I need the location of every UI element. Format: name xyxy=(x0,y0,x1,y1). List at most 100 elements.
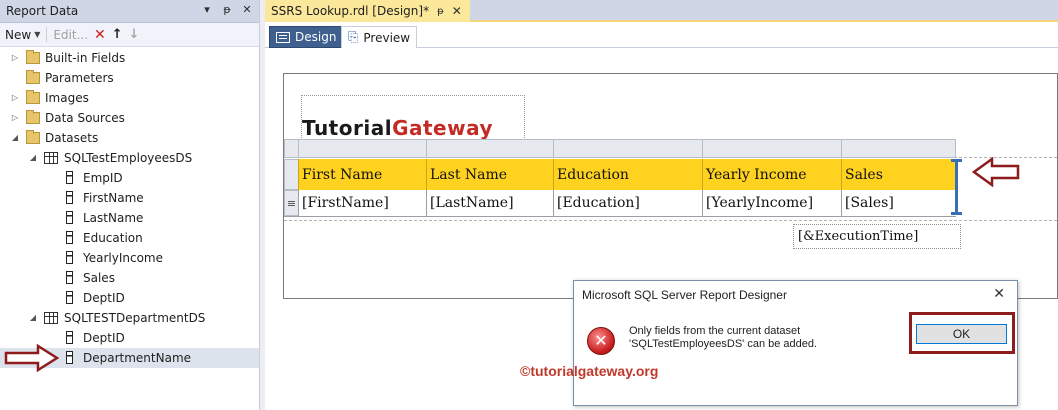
expand-icon[interactable]: ▷ xyxy=(10,53,20,63)
tree-item-field[interactable]: YearlyIncome xyxy=(0,248,259,268)
folder-icon xyxy=(26,130,40,144)
detail-cell[interactable]: [LastName] xyxy=(426,190,553,216)
tree-item-data-sources[interactable]: ▷ Data Sources xyxy=(0,108,259,128)
corner-handle[interactable] xyxy=(284,139,298,158)
collapse-icon[interactable]: ◢ xyxy=(28,153,38,163)
section-divider xyxy=(284,220,1057,221)
tree-item-datasets[interactable]: ◢ Datasets xyxy=(0,128,259,148)
execution-time-textbox[interactable]: [&ExecutionTime] xyxy=(793,224,961,249)
move-up-icon[interactable]: ↑ xyxy=(112,27,123,42)
tree-item-field[interactable]: Education xyxy=(0,228,259,248)
tree-item-field[interactable]: DeptID xyxy=(0,288,259,308)
logo-text: TutorialGateway xyxy=(302,116,493,140)
tab-preview-label: Preview xyxy=(363,30,411,45)
field-icon xyxy=(66,291,73,304)
field-icon xyxy=(66,271,73,284)
tab-preview[interactable]: ⎘ Preview xyxy=(341,26,418,48)
tree-item-field[interactable]: FirstName xyxy=(0,188,259,208)
detail-cell[interactable]: [Education] xyxy=(553,190,702,216)
dialog-titlebar: Microsoft SQL Server Report Designer ✕ xyxy=(574,281,1017,309)
header-cell[interactable]: Last Name xyxy=(426,159,553,190)
error-icon: ✕ xyxy=(587,327,615,355)
tree-item-label: EmpID xyxy=(83,171,123,185)
tree-item-built-in-fields[interactable]: ▷ Built-in Fields xyxy=(0,48,259,68)
tree-item-label: DeptID xyxy=(83,291,125,305)
pane-title: Report Data xyxy=(6,4,79,18)
tree-item-label: Sales xyxy=(83,271,115,285)
annotation-arrow-left-icon xyxy=(972,157,1020,187)
close-icon[interactable]: ✕ xyxy=(452,4,462,18)
dialog-message-line: Only fields from the current dataset xyxy=(629,325,801,337)
toolbar-separator xyxy=(46,27,48,42)
new-button[interactable]: New xyxy=(5,28,31,42)
tab-design-label: Design xyxy=(295,30,337,44)
design-icon xyxy=(276,31,290,43)
header-cell[interactable]: Education xyxy=(553,159,702,190)
ok-button[interactable]: OK xyxy=(916,324,1007,344)
pane-title-icons: ▾ ᵽ ✕ xyxy=(201,3,253,16)
folder-icon xyxy=(26,70,40,84)
detail-cell[interactable]: [FirstName] xyxy=(298,190,426,216)
detail-cell[interactable]: [YearlyIncome] xyxy=(702,190,841,216)
table-header-row[interactable]: First Name Last Name Education Yearly In… xyxy=(284,159,956,190)
tree-item-field[interactable]: LastName xyxy=(0,208,259,228)
tree-item-images[interactable]: ▷ Images xyxy=(0,88,259,108)
field-icon xyxy=(66,251,73,264)
row-handle[interactable]: ≡ xyxy=(284,190,298,216)
move-down-icon[interactable]: ↓ xyxy=(129,27,140,42)
expand-icon[interactable]: ▷ xyxy=(10,93,20,103)
column-handle[interactable] xyxy=(426,139,553,158)
field-icon xyxy=(66,351,73,364)
tree-item-field[interactable]: EmpID xyxy=(0,168,259,188)
header-cell[interactable]: First Name xyxy=(298,159,426,190)
column-handle[interactable] xyxy=(841,139,956,158)
tree-item-label: Datasets xyxy=(45,131,99,145)
tree-item-label: LastName xyxy=(83,211,144,225)
folder-icon xyxy=(26,50,40,64)
expand-icon[interactable]: ▷ xyxy=(10,113,20,123)
view-tabs: Design ⎘ Preview xyxy=(265,24,1058,48)
pane-titlebar: Report Data ▾ ᵽ ✕ xyxy=(0,0,259,23)
new-dropdown-icon[interactable]: ▼ xyxy=(34,30,40,39)
report-data-toolbar: New ▼ Edit... ✕ ↑ ↓ xyxy=(0,23,259,47)
tree-item-field[interactable]: Sales xyxy=(0,268,259,288)
watermark-text: ©tutorialgateway.org xyxy=(520,363,659,379)
row-handle[interactable] xyxy=(284,159,298,190)
preview-icon: ⎘ xyxy=(348,30,359,45)
pin-icon[interactable]: ᵽ xyxy=(437,6,444,17)
detail-cell[interactable]: [Sales] xyxy=(841,190,956,216)
tree-item-dataset-department[interactable]: ◢ SQLTESTDepartmentDS xyxy=(0,308,259,328)
collapse-icon[interactable]: ◢ xyxy=(10,133,20,143)
insert-position-marker xyxy=(951,159,962,215)
close-icon[interactable]: ✕ xyxy=(241,3,253,16)
table-icon xyxy=(44,312,58,324)
tree-item-label: DepartmentName xyxy=(83,351,192,365)
close-icon[interactable]: ✕ xyxy=(993,286,1005,302)
edit-button[interactable]: Edit... xyxy=(53,28,88,42)
header-cell[interactable]: Sales xyxy=(841,159,956,190)
document-tab-title: SSRS Lookup.rdl [Design]* xyxy=(271,4,430,18)
tab-design[interactable]: Design xyxy=(269,26,344,48)
ssrs-designer-window: Report Data ▾ ᵽ ✕ New ▼ Edit... ✕ ↑ ↓ ▷ … xyxy=(0,0,1058,410)
column-handle[interactable] xyxy=(553,139,702,158)
document-tab[interactable]: SSRS Lookup.rdl [Design]* ᵽ ✕ xyxy=(265,0,470,22)
tree-item-parameters[interactable]: Parameters xyxy=(0,68,259,88)
field-icon xyxy=(66,331,73,344)
folder-icon xyxy=(26,90,40,104)
delete-icon[interactable]: ✕ xyxy=(94,27,106,43)
table-icon xyxy=(44,152,58,164)
tree-item-label: Parameters xyxy=(45,71,114,85)
tree-item-label: SQLTestEmployeesDS xyxy=(64,151,193,165)
pin-icon[interactable]: ᵽ xyxy=(221,3,233,16)
column-handle[interactable] xyxy=(702,139,841,158)
tree-item-label: Education xyxy=(83,231,143,245)
logo-text-part: Gateway xyxy=(392,116,493,140)
report-body[interactable]: TutorialGateway First Name Last Name Edu… xyxy=(283,73,1058,299)
column-handles xyxy=(284,139,956,158)
header-cell[interactable]: Yearly Income xyxy=(702,159,841,190)
table-detail-row[interactable]: ≡ [FirstName] [LastName] [Education] [Ye… xyxy=(284,190,956,217)
collapse-icon[interactable]: ◢ xyxy=(28,313,38,323)
column-handle[interactable] xyxy=(298,139,426,158)
dropdown-icon[interactable]: ▾ xyxy=(201,3,213,16)
tree-item-dataset-employees[interactable]: ◢ SQLTestEmployeesDS xyxy=(0,148,259,168)
